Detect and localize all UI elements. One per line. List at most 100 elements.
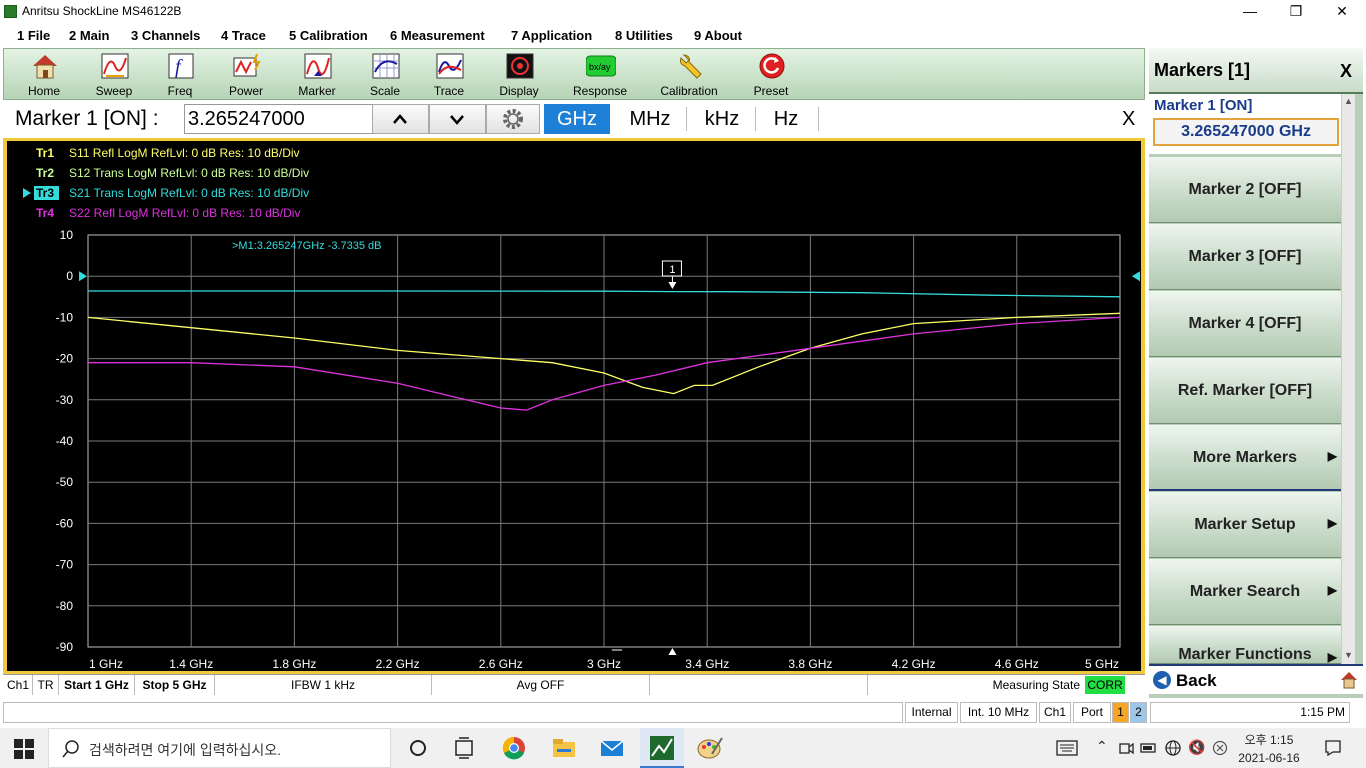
tray-overflow-icon[interactable]: ⌃ <box>1096 738 1108 755</box>
menu-calibration[interactable]: 5 Calibration <box>289 28 368 43</box>
marker-2-button[interactable]: Marker 2 [OFF] <box>1149 157 1341 223</box>
port-2-indicator[interactable]: 2 <box>1130 702 1147 723</box>
unit-ghz-button[interactable]: GHz <box>544 104 610 134</box>
menu-file[interactable]: 1 File <box>17 28 50 43</box>
home-button[interactable]: Home <box>8 49 80 101</box>
status-trace-layout[interactable]: TR <box>33 675 59 695</box>
action-center-icon[interactable] <box>1324 739 1342 757</box>
unit-mhz-button[interactable]: MHz <box>617 104 683 134</box>
unit-hz-button[interactable]: Hz <box>753 104 819 134</box>
response-button[interactable]: bx/ay Response <box>564 49 636 101</box>
marker-functions-button[interactable]: Marker Functions ▶ <box>1149 626 1341 664</box>
task-view-icon[interactable] <box>450 734 478 762</box>
scale-button[interactable]: Scale <box>349 49 421 101</box>
trace-description-tr1[interactable]: S11 Refl LogM RefLvl: 0 dB Res: 10 dB/Di… <box>69 146 300 160</box>
marker-setup-button[interactable]: Marker Setup ▶ <box>1149 492 1341 558</box>
notification-off-icon[interactable] <box>1212 740 1228 756</box>
paint-icon[interactable] <box>696 734 724 762</box>
home-icon[interactable] <box>1339 670 1359 690</box>
taskbar-clock[interactable]: 오후 1:15 2021-06-16 <box>1236 731 1302 765</box>
calibration-button[interactable]: Calibration <box>653 49 725 101</box>
keyboard-icon[interactable] <box>1056 740 1078 756</box>
trace-button[interactable]: Trace <box>413 49 485 101</box>
active-trace-pointer-icon <box>23 188 31 198</box>
ref-marker-button[interactable]: Ref. Marker [OFF] <box>1149 358 1341 424</box>
power-button[interactable]: Power <box>210 49 282 101</box>
status-ifbw[interactable]: IFBW 1 kHz <box>215 675 432 695</box>
x-tick-label: 2.6 GHz <box>479 657 523 671</box>
mail-icon[interactable] <box>598 734 626 762</box>
unit-khz-button[interactable]: kHz <box>689 104 755 134</box>
trace-description-tr3[interactable]: S21 Trans LogM RefLvl: 0 dB Res: 10 dB/D… <box>69 186 309 200</box>
close-window-button[interactable]: ✕ <box>1319 0 1365 24</box>
marker-search-button[interactable]: Marker Search ▶ <box>1149 559 1341 625</box>
preset-label: Preset <box>753 84 789 98</box>
power-label: Power <box>228 84 263 98</box>
trace-description-tr2[interactable]: S12 Trans LogM RefLvl: 0 dB Res: 10 dB/D… <box>69 166 309 180</box>
marker-4-button[interactable]: Marker 4 [OFF] <box>1149 291 1341 357</box>
shockline-taskbar-button[interactable] <box>640 728 684 768</box>
entry-settings-button[interactable] <box>486 104 540 134</box>
home-label: Home <box>27 84 60 98</box>
active-marker-item[interactable]: Marker 1 [ON] 3.265247000 GHz <box>1149 94 1341 154</box>
trace-tag-tr4[interactable]: Tr4 <box>36 206 54 220</box>
submenu-arrow-icon: ▶ <box>1327 516 1337 530</box>
sweep-button[interactable]: Sweep <box>78 49 150 101</box>
increment-button[interactable] <box>372 104 429 134</box>
status-stop-frequency[interactable]: Stop 5 GHz <box>135 675 215 695</box>
meet-now-icon[interactable] <box>1118 740 1134 756</box>
scroll-up-icon[interactable]: ▲ <box>1344 96 1353 106</box>
menu-utilities[interactable]: 8 Utilities <box>615 28 673 43</box>
shockline-app-icon <box>650 736 674 760</box>
windows-start-icon[interactable] <box>14 739 34 759</box>
freq-button[interactable]: f Freq <box>144 49 216 101</box>
display-button[interactable]: Display <box>483 49 555 101</box>
x-tick-label: 3.4 GHz <box>685 657 729 671</box>
file-explorer-icon[interactable] <box>550 734 578 762</box>
decrement-button[interactable] <box>429 104 486 134</box>
close-panel-button[interactable]: X <box>1340 61 1352 82</box>
panel-scrollbar[interactable]: ▲ ▼ <box>1341 94 1355 664</box>
port-1-indicator[interactable]: 1 <box>1112 702 1129 723</box>
menu-main[interactable]: 2 Main <box>69 28 109 43</box>
menu-channels[interactable]: 3 Channels <box>131 28 200 43</box>
menu-measurement[interactable]: 6 Measurement <box>390 28 485 43</box>
volume-muted-icon[interactable]: 🔇 <box>1188 739 1205 756</box>
marker-entry-bar: Marker 1 [ON] : 3.265247000 GHz MHz kHz … <box>3 100 1145 138</box>
minimize-button[interactable]: — <box>1227 0 1273 24</box>
menu-trace[interactable]: 4 Trace <box>221 28 266 43</box>
marker-3-button[interactable]: Marker 3 [OFF] <box>1149 224 1341 290</box>
scroll-down-icon[interactable]: ▼ <box>1344 650 1353 660</box>
marker-3-label: Marker 3 [OFF] <box>1188 248 1302 265</box>
trace-plot[interactable]: Tr1 S11 Refl LogM RefLvl: 0 dB Res: 10 dB… <box>7 141 1141 671</box>
more-markers-button[interactable]: More Markers ▶ <box>1149 425 1341 491</box>
correction-badge: CORR <box>1085 676 1125 694</box>
trace-tag-tr1[interactable]: Tr1 <box>36 146 54 160</box>
panel-title: Markers [1] <box>1154 60 1251 80</box>
response-label: Response <box>572 84 628 98</box>
maximize-button[interactable]: ❐ <box>1273 0 1319 24</box>
preset-button[interactable]: Preset <box>735 49 807 101</box>
menu-application[interactable]: 7 Application <box>511 28 592 43</box>
marker-button[interactable]: Marker <box>281 49 353 101</box>
menu-about[interactable]: 9 About <box>694 28 742 43</box>
ref-marker-label: Ref. Marker [OFF] <box>1177 382 1313 399</box>
chrome-icon[interactable] <box>500 734 528 762</box>
battery-icon[interactable] <box>1140 740 1158 756</box>
back-button[interactable]: ◀ Back <box>1149 664 1363 694</box>
status-channel[interactable]: Ch1 <box>3 675 33 695</box>
taskbar-search-box[interactable]: 검색하려면 여기에 입력하십시오. <box>48 728 391 768</box>
active-marker-value[interactable]: 3.265247000 GHz <box>1153 118 1339 146</box>
wrench-icon <box>680 54 702 79</box>
close-entry-button[interactable]: X <box>1122 108 1135 131</box>
trace-tag-tr3[interactable]: Tr3 <box>36 186 54 200</box>
submenu-arrow-icon: ▶ <box>1327 583 1337 597</box>
network-globe-icon[interactable] <box>1164 739 1182 757</box>
trace-tag-tr2[interactable]: Tr2 <box>36 166 54 180</box>
status-averaging[interactable]: Avg OFF <box>432 675 650 695</box>
marker-frequency-input[interactable]: 3.265247000 <box>184 104 374 134</box>
marker-1-pointer-icon[interactable] <box>668 282 677 289</box>
trace-description-tr4[interactable]: S22 Refl LogM RefLvl: 0 dB Res: 10 dB/Di… <box>69 206 300 220</box>
status-start-frequency[interactable]: Start 1 GHz <box>59 675 135 695</box>
cortana-icon[interactable] <box>404 734 432 762</box>
